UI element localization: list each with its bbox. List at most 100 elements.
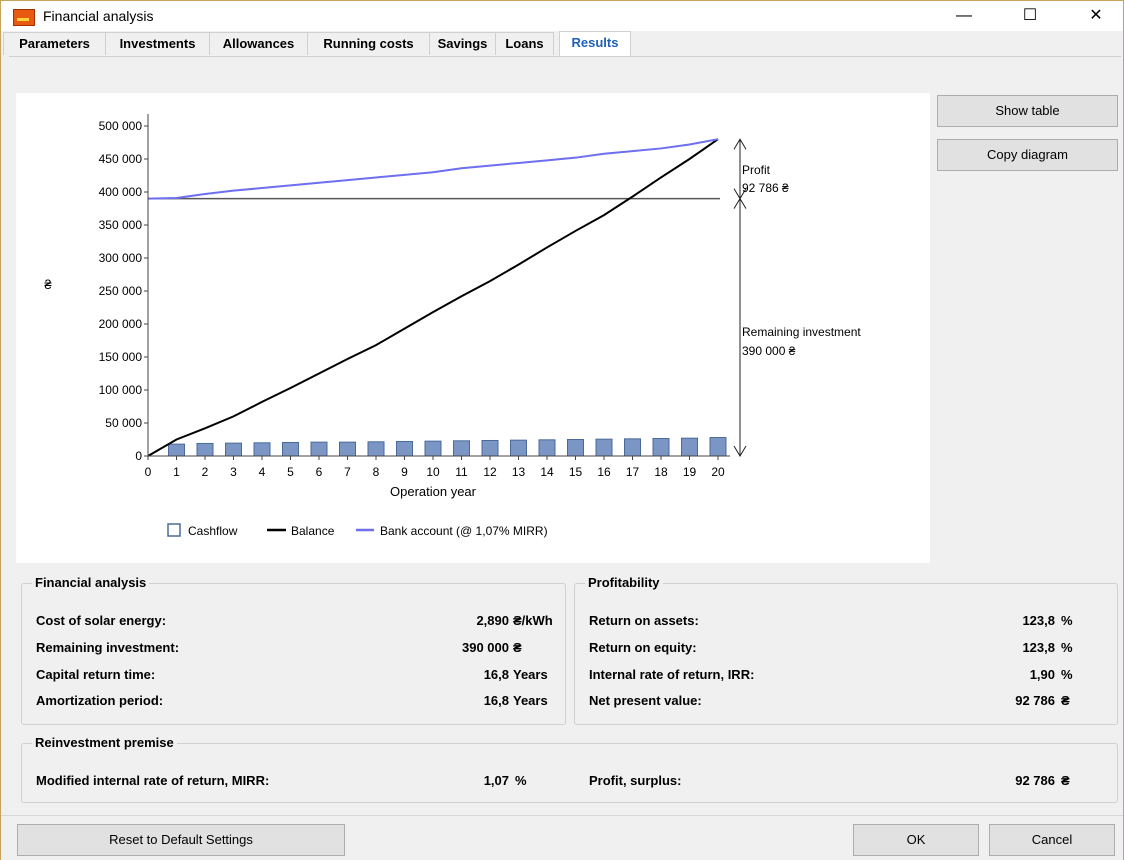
cashflow-bar <box>253 442 271 457</box>
return-equity-unit: % <box>1061 640 1073 655</box>
mirr-label: Modified internal rate of return, MIRR: <box>36 773 270 788</box>
x-tick-label: 18 <box>654 465 668 479</box>
minimize-button[interactable]: — <box>941 1 987 31</box>
y-tick-label: 400 000 <box>99 185 143 199</box>
cashflow-bar <box>339 441 356 457</box>
y-tick-label: 50 000 <box>105 416 142 430</box>
x-tick-label: 20 <box>711 465 725 479</box>
results-chart: 0 50 000 100 000 150 000 200 000 250 000 300 0… <box>16 93 930 563</box>
y-tick-label: 200 000 <box>99 317 143 331</box>
y-tick-label: 350 000 <box>99 218 143 232</box>
y-tick-label: 0 <box>135 449 142 463</box>
remaining-investment-label: Remaining investment: <box>36 640 180 655</box>
profit-surplus-value: 92 786 <box>1015 773 1055 788</box>
reinvestment-title: Reinvestment premise <box>32 735 177 750</box>
npv-value: 92 786 <box>1015 693 1055 708</box>
cashflow-bar <box>453 440 470 457</box>
x-axis-label: Operation year <box>390 484 477 499</box>
cashflow-bar <box>424 440 442 457</box>
x-tick-label: 11 <box>455 465 468 479</box>
tab-investments[interactable]: Investments <box>105 32 210 55</box>
cashflow-bar <box>709 437 727 457</box>
cashflow-bar <box>396 440 413 457</box>
profit-annotation-value: 92 786 ₴ <box>742 181 789 195</box>
cost-solar-unit: ₴/kWh <box>513 613 553 628</box>
return-equity-label: Return on equity: <box>589 640 697 655</box>
cashflow-bar <box>168 443 185 457</box>
y-tick-label: 500 000 <box>99 119 143 133</box>
cashflow-bar <box>367 441 385 457</box>
window-title: Financial analysis <box>43 8 154 24</box>
tab-results[interactable]: Results <box>559 31 631 57</box>
profit-surplus-unit: ₴ <box>1061 773 1070 788</box>
maximize-button[interactable]: ☐ <box>1007 1 1053 31</box>
x-tick-label: 5 <box>287 465 294 479</box>
return-assets-value: 123,8 <box>1022 613 1055 628</box>
reset-defaults-button[interactable]: Reset to Default Settings <box>17 824 345 856</box>
financial-analysis-window: Financial analysis — ☐ ✕ Parameters Inve… <box>0 0 1124 860</box>
bottom-bar: Reset to Default Settings OK Cancel <box>1 815 1123 860</box>
x-tick-label: 12 <box>483 465 497 479</box>
return-assets-label: Return on assets: <box>589 613 699 628</box>
irr-unit: % <box>1061 667 1073 682</box>
profitability-title: Profitability <box>585 575 663 590</box>
cashflow-bar <box>538 439 556 457</box>
remaining-investment-annotation-value: 390 000 ₴ <box>742 344 796 358</box>
capital-return-value: 16,8 <box>483 667 509 682</box>
return-assets-unit: % <box>1061 613 1073 628</box>
x-tick-label: 14 <box>540 465 554 479</box>
x-tick-label: 0 <box>145 465 152 479</box>
y-tick-label: 150 000 <box>99 350 143 364</box>
amortization-value: 16,8 <box>483 693 509 708</box>
legend-cashflow-swatch <box>167 523 181 537</box>
amortization-label: Amortization period: <box>36 693 164 708</box>
x-tick-label: 9 <box>401 465 408 479</box>
tab-bar: Parameters Investments Allowances Runnin… <box>1 31 1123 57</box>
x-tick-label: 13 <box>512 465 526 479</box>
balance-line <box>147 138 719 457</box>
tab-allowances[interactable]: Allowances <box>209 32 308 55</box>
show-table-button[interactable]: Show table <box>937 95 1118 127</box>
mirr-value: 1,07 <box>483 773 509 788</box>
cost-solar-label: Cost of solar energy: <box>36 613 167 628</box>
cancel-button[interactable]: Cancel <box>989 824 1115 856</box>
chart-svg: 0 50 000 100 000 150 000 200 000 250 000 300 0… <box>44 114 861 538</box>
financial-analysis-title: Financial analysis <box>32 575 150 590</box>
x-tick-label: 16 <box>597 465 611 479</box>
cashflow-bar <box>681 437 698 457</box>
return-equity-value: 123,8 <box>1022 640 1055 655</box>
npv-label: Net present value: <box>589 693 702 708</box>
cashflow-bar <box>595 438 613 457</box>
x-tick-label: 8 <box>373 465 380 479</box>
ok-button[interactable]: OK <box>853 824 979 856</box>
x-tick-label: 2 <box>202 465 209 479</box>
y-tick-label: 100 000 <box>99 383 143 397</box>
y-tick-label: 450 000 <box>99 152 143 166</box>
legend-balance-label: Balance <box>291 524 335 538</box>
y-tick-label: 250 000 <box>99 284 143 298</box>
remaining-investment-unit: ₴ <box>513 640 522 655</box>
cashflow-bar <box>652 438 670 457</box>
mirr-unit: % <box>515 773 527 788</box>
tab-running-costs[interactable]: Running costs <box>307 32 430 55</box>
y-axis-label: ₴ <box>44 277 52 292</box>
tab-savings[interactable]: Savings <box>429 32 496 55</box>
x-tick-label: 19 <box>683 465 697 479</box>
x-tick-label: 3 <box>230 465 237 479</box>
bank-account-line <box>147 138 719 200</box>
x-tick-label: 6 <box>316 465 323 479</box>
remaining-investment-value: 390 000 <box>462 640 509 655</box>
profit-annotation-label: Profit <box>742 163 771 177</box>
x-tick-label: 10 <box>426 465 440 479</box>
profit-surplus-label: Profit, surplus: <box>589 773 682 788</box>
cashflow-bar <box>567 439 584 457</box>
x-tick-label: 17 <box>626 465 640 479</box>
copy-diagram-button[interactable]: Copy diagram <box>937 139 1118 171</box>
app-icon <box>13 9 35 26</box>
tab-loans[interactable]: Loans <box>495 32 554 55</box>
tab-parameters[interactable]: Parameters <box>3 32 106 55</box>
close-button[interactable]: ✕ <box>1073 1 1119 31</box>
irr-label: Internal rate of return, IRR: <box>589 667 755 682</box>
cashflow-bar <box>624 438 641 457</box>
npv-unit: ₴ <box>1061 693 1070 708</box>
